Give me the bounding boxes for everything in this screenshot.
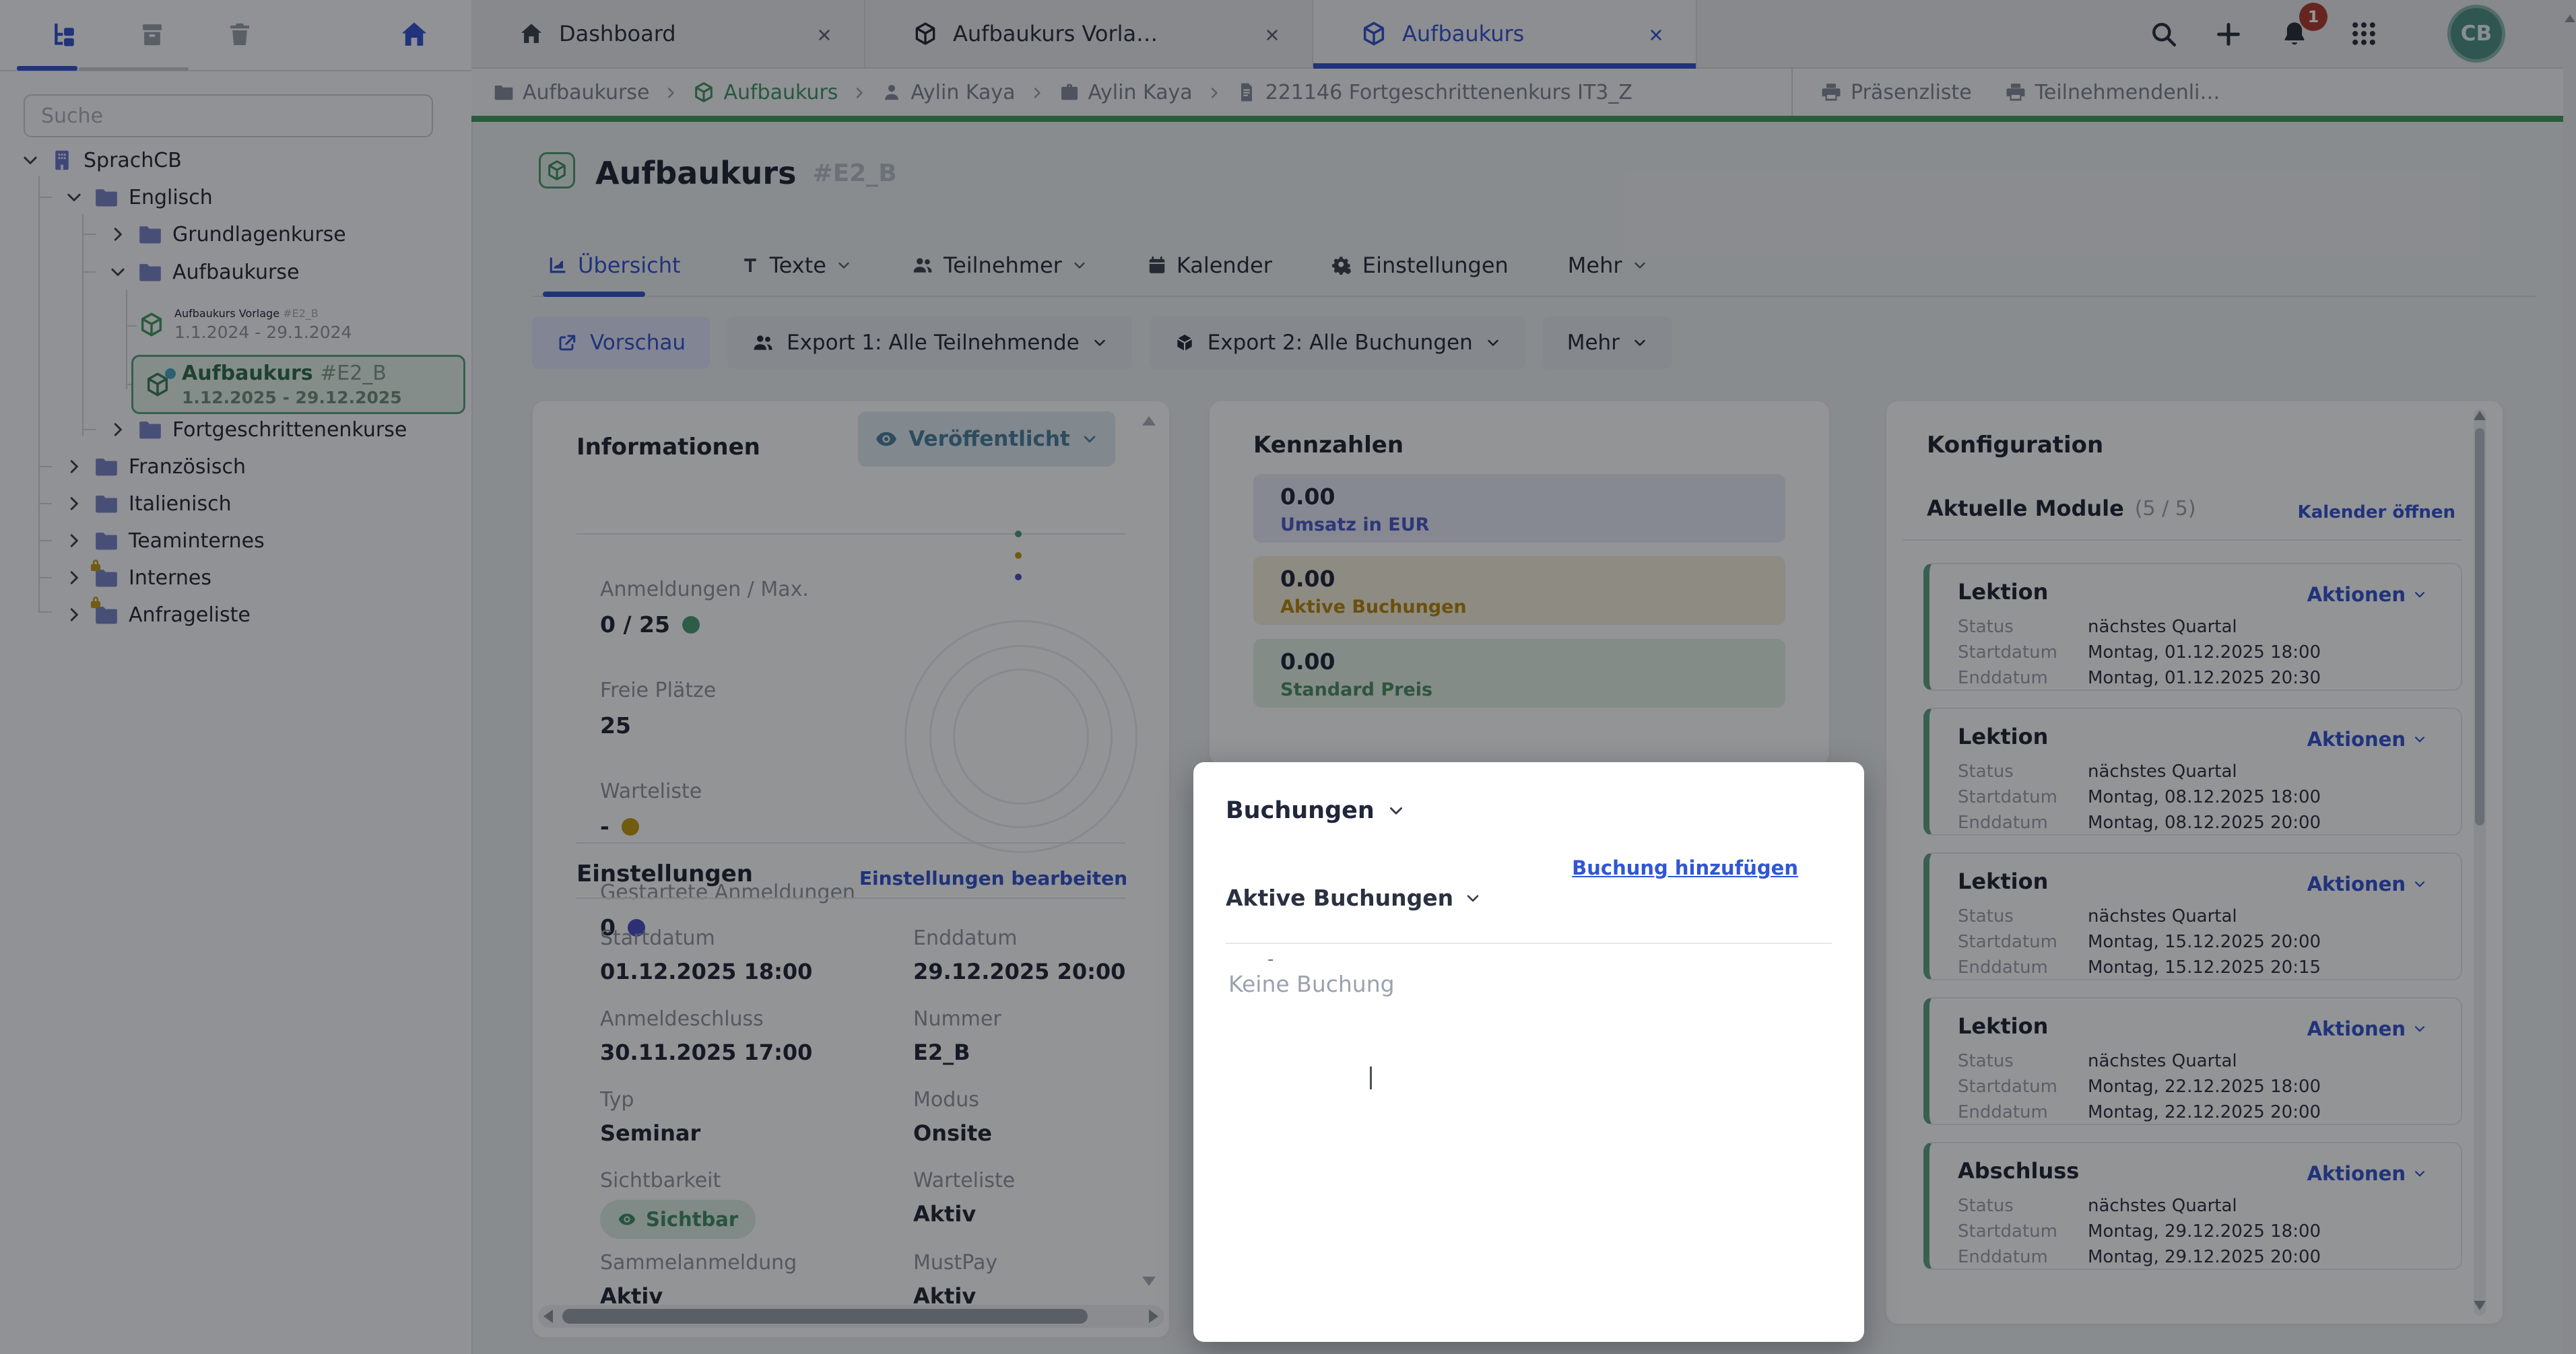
buchungen-modal: Buchungen Buchung hinzufügen Aktive Buch… bbox=[1193, 762, 1864, 1342]
divider bbox=[1226, 943, 1832, 944]
chevron-down-icon bbox=[1464, 889, 1482, 907]
buchung-hinzufuegen-link[interactable]: Buchung hinzufügen bbox=[1572, 856, 1798, 879]
empty-state-text: Keine Buchung bbox=[1228, 971, 1395, 997]
chevron-down-icon bbox=[1387, 801, 1406, 820]
text-cursor bbox=[1370, 1067, 1372, 1089]
modal-title-row[interactable]: Buchungen bbox=[1226, 797, 1406, 824]
modal-section-row[interactable]: Aktive Buchungen bbox=[1226, 885, 1482, 911]
section-title: Aktive Buchungen bbox=[1226, 885, 1453, 911]
app-window: SprachCB Englisch Grundlagenkurse Aufbau… bbox=[0, 0, 2576, 1354]
list-dash: - bbox=[1267, 949, 1274, 970]
modal-title: Buchungen bbox=[1226, 797, 1375, 824]
